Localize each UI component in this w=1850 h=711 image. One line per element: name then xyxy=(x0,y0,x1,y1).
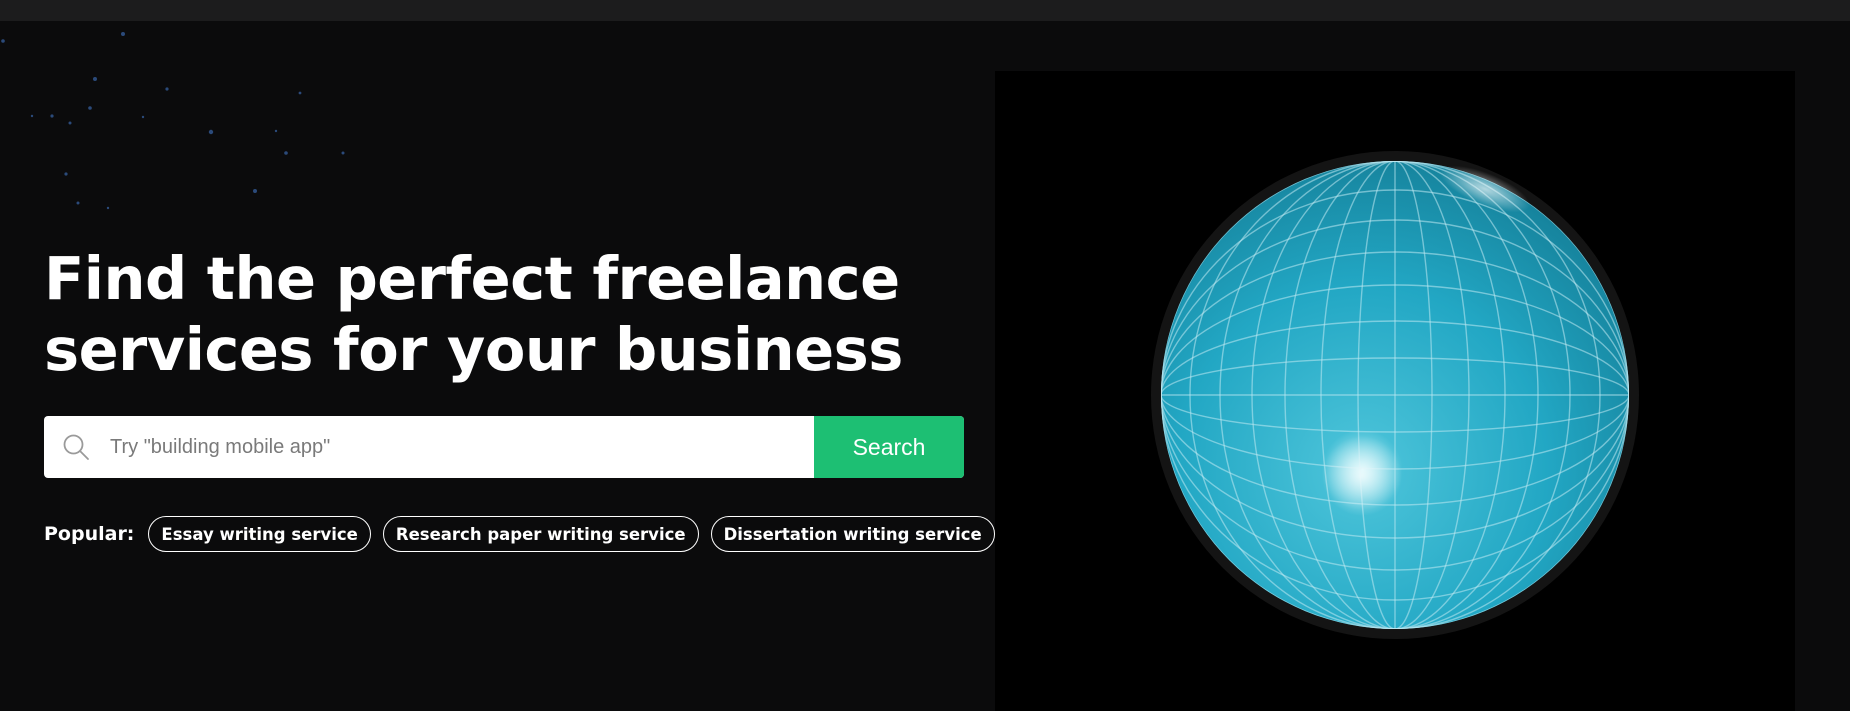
star-field-decoration xyxy=(1,32,345,210)
browser-top-bar xyxy=(0,0,1850,21)
search-icon xyxy=(46,416,106,478)
popular-tag-essay-writing[interactable]: Essay writing service xyxy=(148,516,371,552)
search-bar: Search xyxy=(44,416,964,478)
globe-icon xyxy=(1151,151,1639,639)
popular-tag-dissertation-writing[interactable]: Dissertation writing service xyxy=(710,516,995,552)
hero-title-line-1: Find the perfect freelance xyxy=(44,244,900,313)
popular-searches: Popular: Essay writing service Research … xyxy=(44,516,995,552)
page-right-margin xyxy=(1795,21,1850,711)
search-button[interactable]: Search xyxy=(814,416,964,478)
hero-media-panel xyxy=(995,71,1795,711)
hero-title-line-2: services for your business xyxy=(44,315,903,384)
hero-title: Find the perfect freelance services for … xyxy=(44,243,944,385)
popular-tag-research-paper-writing[interactable]: Research paper writing service xyxy=(382,516,699,552)
search-input[interactable] xyxy=(106,416,814,478)
popular-label: Popular: xyxy=(44,523,135,545)
